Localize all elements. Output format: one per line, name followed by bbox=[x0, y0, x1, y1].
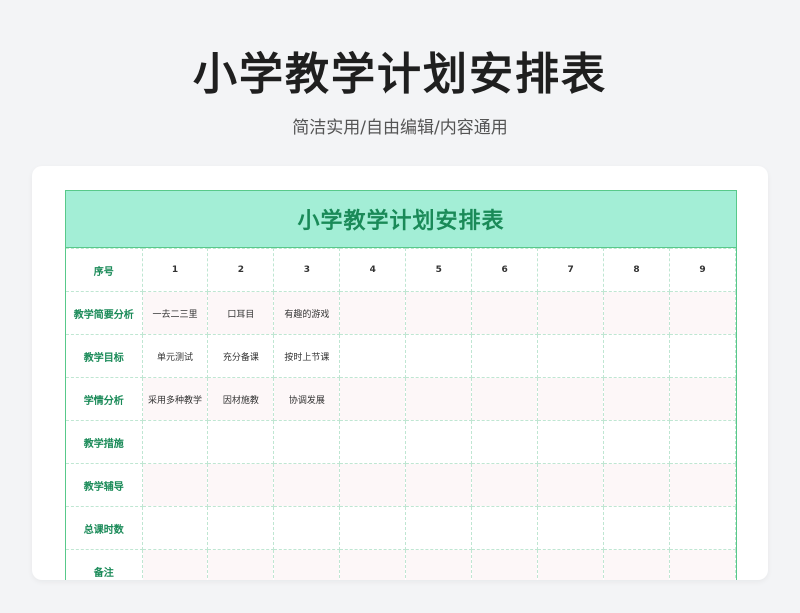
table-cell[interactable] bbox=[141, 549, 209, 580]
table-cell[interactable] bbox=[339, 549, 407, 580]
table-cell[interactable] bbox=[339, 420, 407, 464]
table-cell[interactable] bbox=[405, 463, 473, 507]
table-cell[interactable] bbox=[273, 420, 341, 464]
table-cell[interactable] bbox=[405, 506, 473, 550]
sheet-title[interactable]: 小学教学计划安排表 bbox=[66, 191, 736, 248]
table-cell[interactable] bbox=[471, 549, 539, 580]
table-cell[interactable] bbox=[339, 291, 407, 335]
table-row: 教学辅导 bbox=[66, 463, 736, 507]
column-number[interactable]: 7 bbox=[537, 248, 605, 292]
table-cell[interactable] bbox=[339, 506, 407, 550]
table-cell[interactable] bbox=[603, 291, 670, 335]
table-cell[interactable]: 协调发展 bbox=[273, 377, 341, 421]
table-cell[interactable] bbox=[471, 377, 539, 421]
table-cell[interactable]: 口耳目 bbox=[207, 291, 275, 335]
table-cell[interactable] bbox=[537, 420, 605, 464]
table-cell[interactable] bbox=[471, 334, 539, 378]
page-subtitle: 简洁实用/自由编辑/内容通用 bbox=[292, 118, 508, 138]
table-cell[interactable] bbox=[207, 506, 275, 550]
table-cell[interactable] bbox=[471, 506, 539, 550]
table-row: 教学目标 单元测试 充分备课 按时上节课 bbox=[66, 334, 736, 378]
table-row: 总课时数 bbox=[66, 506, 736, 550]
table-cell[interactable] bbox=[405, 549, 473, 580]
table-cell[interactable] bbox=[339, 463, 407, 507]
table-cell[interactable] bbox=[669, 549, 736, 580]
table-cell[interactable] bbox=[669, 334, 736, 378]
row-label[interactable]: 教学目标 bbox=[66, 334, 143, 378]
row-label[interactable]: 教学措施 bbox=[66, 420, 143, 464]
page-title: 小学教学计划安排表 bbox=[193, 49, 607, 100]
table-row: 序号 1 2 3 4 5 6 7 8 9 bbox=[66, 248, 736, 292]
row-label[interactable]: 教学辅导 bbox=[66, 463, 143, 507]
row-label[interactable]: 备注 bbox=[66, 549, 143, 580]
table-cell[interactable] bbox=[471, 463, 539, 507]
table-cell[interactable] bbox=[405, 420, 473, 464]
table-cell[interactable] bbox=[603, 463, 670, 507]
table-cell[interactable]: 按时上节课 bbox=[273, 334, 341, 378]
column-number[interactable]: 9 bbox=[669, 248, 736, 292]
column-number[interactable]: 5 bbox=[405, 248, 473, 292]
column-number[interactable]: 3 bbox=[273, 248, 341, 292]
table-cell[interactable] bbox=[537, 291, 605, 335]
table-cell[interactable] bbox=[471, 420, 539, 464]
table-cell[interactable] bbox=[669, 377, 736, 421]
table-cell[interactable] bbox=[339, 377, 407, 421]
table-cell[interactable] bbox=[273, 549, 341, 580]
table-cell[interactable]: 因材施教 bbox=[207, 377, 275, 421]
table-cell[interactable] bbox=[207, 463, 275, 507]
table-cell[interactable] bbox=[207, 420, 275, 464]
column-number[interactable]: 2 bbox=[207, 248, 275, 292]
row-label[interactable]: 序号 bbox=[66, 248, 143, 292]
table-cell[interactable] bbox=[537, 549, 605, 580]
table-cell[interactable] bbox=[603, 506, 670, 550]
row-label[interactable]: 总课时数 bbox=[66, 506, 143, 550]
table-cell[interactable]: 单元测试 bbox=[141, 334, 209, 378]
table-row: 教学措施 bbox=[66, 420, 736, 464]
schedule-table: 序号 1 2 3 4 5 6 7 8 9 教学简要分析 一去二三里 口耳目 有趣的游戏 教学目标 单元测试 充分… bbox=[66, 248, 736, 580]
table-cell[interactable]: 采用多种教学 bbox=[141, 377, 209, 421]
table-cell[interactable] bbox=[603, 549, 670, 580]
table-cell[interactable]: 一去二三里 bbox=[141, 291, 209, 335]
table-cell[interactable] bbox=[471, 291, 539, 335]
table-cell[interactable] bbox=[537, 506, 605, 550]
table-cell[interactable]: 有趣的游戏 bbox=[273, 291, 341, 335]
table-row: 学情分析 采用多种教学 因材施教 协调发展 bbox=[66, 377, 736, 421]
spreadsheet: 小学教学计划安排表 序号 1 2 3 4 5 6 7 8 9 教学简要分析 一去二三里 口耳目 有趣的游戏… bbox=[65, 190, 737, 580]
table-row: 教学简要分析 一去二三里 口耳目 有趣的游戏 bbox=[66, 291, 736, 335]
column-number[interactable]: 4 bbox=[339, 248, 407, 292]
table-cell[interactable] bbox=[669, 463, 736, 507]
column-number[interactable]: 6 bbox=[471, 248, 539, 292]
row-label[interactable]: 学情分析 bbox=[66, 377, 143, 421]
column-number[interactable]: 8 bbox=[603, 248, 670, 292]
document-card: 小学教学计划安排表 序号 1 2 3 4 5 6 7 8 9 教学简要分析 一去二三里 口耳目 有趣的游戏… bbox=[32, 166, 768, 580]
table-cell[interactable] bbox=[273, 463, 341, 507]
table-cell[interactable] bbox=[669, 506, 736, 550]
table-cell[interactable] bbox=[141, 420, 209, 464]
table-cell[interactable] bbox=[603, 377, 670, 421]
table-cell[interactable] bbox=[405, 377, 473, 421]
table-cell[interactable] bbox=[669, 291, 736, 335]
row-label[interactable]: 教学简要分析 bbox=[66, 291, 143, 335]
table-cell[interactable] bbox=[669, 420, 736, 464]
table-cell[interactable] bbox=[405, 334, 473, 378]
table-cell[interactable] bbox=[537, 334, 605, 378]
table-cell[interactable]: 充分备课 bbox=[207, 334, 275, 378]
table-cell[interactable] bbox=[405, 291, 473, 335]
table-cell[interactable] bbox=[207, 549, 275, 580]
table-row: 备注 bbox=[66, 549, 736, 580]
table-cell[interactable] bbox=[273, 506, 341, 550]
table-cell[interactable] bbox=[537, 377, 605, 421]
table-cell[interactable] bbox=[537, 463, 605, 507]
table-cell[interactable] bbox=[339, 334, 407, 378]
table-cell[interactable] bbox=[141, 463, 209, 507]
table-cell[interactable] bbox=[141, 506, 209, 550]
table-cell[interactable] bbox=[603, 420, 670, 464]
column-number[interactable]: 1 bbox=[141, 248, 209, 292]
table-cell[interactable] bbox=[603, 334, 670, 378]
